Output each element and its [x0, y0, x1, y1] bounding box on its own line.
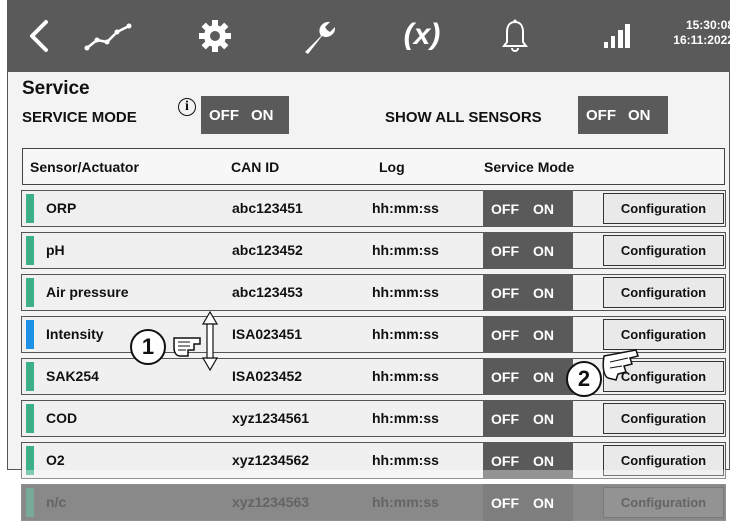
can-id: xyz1234562	[232, 452, 310, 468]
service-mode-toggle[interactable]: OFF ON	[483, 400, 573, 437]
table-row[interactable]: pH abc123452 hh:mm:ss OFF ON Configurati…	[21, 232, 726, 269]
column-header-log: Log	[379, 159, 405, 175]
trend-icon[interactable]	[79, 14, 139, 58]
can-id: ISA023452	[232, 368, 303, 384]
callout-2: 2	[566, 361, 602, 397]
status-indicator	[26, 362, 34, 391]
toggle-off-label[interactable]: OFF	[491, 453, 519, 469]
toggle-off-label[interactable]: OFF	[209, 107, 239, 124]
clock-time: 15:30:08	[685, 18, 733, 32]
can-id: abc123453	[232, 284, 303, 300]
status-indicator	[26, 278, 34, 307]
sensor-name: SAK254	[46, 368, 99, 384]
configuration-button[interactable]: Configuration	[603, 193, 724, 224]
configuration-button[interactable]: Configuration	[603, 487, 724, 518]
toggle-off-label[interactable]: OFF	[491, 495, 519, 511]
status-indicator	[26, 488, 34, 517]
toggle-off-label[interactable]: OFF	[491, 411, 519, 427]
gear-icon[interactable]	[193, 14, 237, 58]
service-mode-label: SERVICE MODE	[22, 109, 137, 126]
toggle-off-label[interactable]: OFF	[491, 243, 519, 259]
can-id: abc123451	[232, 200, 303, 216]
configuration-button[interactable]: Configuration	[603, 403, 724, 434]
wrench-icon[interactable]	[293, 14, 345, 58]
status-indicator	[26, 320, 34, 349]
toggle-on-label[interactable]: ON	[251, 107, 274, 124]
callout-1: 1	[130, 329, 166, 365]
service-mode-toggle[interactable]: OFF ON	[201, 96, 289, 134]
toggle-off-label[interactable]: OFF	[586, 107, 616, 124]
sensor-name: pH	[46, 242, 65, 258]
can-id: xyz1234561	[232, 410, 310, 426]
clock-date: 16:11:2022	[673, 33, 733, 47]
toggle-on-label[interactable]: ON	[533, 411, 554, 427]
configuration-button[interactable]: Configuration	[603, 445, 724, 476]
table-row[interactable]: n/c xyz1234563 hh:mm:ss OFF ON Configura…	[21, 484, 726, 521]
sensor-name: O2	[46, 452, 65, 468]
toggle-on-label[interactable]: ON	[628, 107, 651, 124]
configuration-button[interactable]: Configuration	[603, 235, 724, 266]
sensor-name: COD	[46, 410, 78, 426]
toggle-off-label[interactable]: OFF	[491, 201, 519, 217]
service-mode-toggle[interactable]: OFF ON	[483, 274, 573, 311]
service-mode-toggle[interactable]: OFF ON	[483, 442, 573, 479]
column-header-sensor: Sensor/Actuator	[30, 159, 139, 175]
bell-icon[interactable]	[497, 14, 533, 58]
log-time: hh:mm:ss	[372, 410, 439, 426]
log-time: hh:mm:ss	[372, 242, 439, 258]
table-header: Sensor/Actuator CAN ID Log Service Mode	[22, 148, 725, 185]
toggle-on-label[interactable]: ON	[533, 243, 554, 259]
toggle-off-label[interactable]: OFF	[491, 327, 519, 343]
signal-icon	[597, 14, 637, 58]
toggle-on-label[interactable]: ON	[533, 201, 554, 217]
service-mode-toggle[interactable]: OFF ON	[483, 358, 573, 395]
service-mode-toggle[interactable]: OFF ON	[483, 232, 573, 269]
column-header-service-mode: Service Mode	[484, 159, 575, 175]
column-header-can-id: CAN ID	[231, 159, 280, 175]
table-row[interactable]: ORP abc123451 hh:mm:ss OFF ON Configurat…	[21, 190, 726, 227]
toggle-on-label[interactable]: ON	[533, 453, 554, 469]
log-time: hh:mm:ss	[372, 494, 439, 510]
sensor-name: Intensity	[46, 326, 104, 342]
show-all-sensors-label: SHOW ALL SENSORS	[385, 109, 542, 126]
toggle-on-label[interactable]: ON	[533, 285, 554, 301]
sensor-name: ORP	[46, 200, 77, 216]
status-indicator	[26, 404, 34, 433]
show-all-sensors-toggle[interactable]: OFF ON	[578, 96, 668, 134]
sensor-name: Air pressure	[46, 284, 129, 300]
log-time: hh:mm:ss	[372, 368, 439, 384]
can-id: xyz1234563	[232, 494, 310, 510]
status-indicator	[26, 446, 34, 475]
status-indicator	[26, 194, 34, 223]
configuration-button[interactable]: Configuration	[603, 277, 724, 308]
variable-icon[interactable]: (x)	[392, 12, 452, 58]
can-id: abc123452	[232, 242, 303, 258]
table-row[interactable]: O2 xyz1234562 hh:mm:ss OFF ON Configurat…	[21, 442, 726, 479]
log-time: hh:mm:ss	[372, 284, 439, 300]
service-mode-toggle[interactable]: OFF ON	[483, 316, 573, 353]
table-row[interactable]: Air pressure abc123453 hh:mm:ss OFF ON C…	[21, 274, 726, 311]
toggle-on-label[interactable]: ON	[533, 495, 554, 511]
clock: 15:30:08 16:11:2022	[672, 18, 733, 48]
can-id: ISA023451	[232, 326, 303, 342]
toggle-off-label[interactable]: OFF	[491, 369, 519, 385]
table-row[interactable]: COD xyz1234561 hh:mm:ss OFF ON Configura…	[21, 400, 726, 437]
toggle-off-label[interactable]: OFF	[491, 285, 519, 301]
log-time: hh:mm:ss	[372, 452, 439, 468]
toggle-on-label[interactable]: ON	[533, 369, 554, 385]
drag-gesture-icon	[170, 310, 226, 377]
info-icon[interactable]: i	[178, 98, 196, 116]
status-indicator	[26, 236, 34, 265]
log-time: hh:mm:ss	[372, 326, 439, 342]
service-mode-toggle[interactable]: OFF ON	[483, 190, 573, 227]
top-bar: (x) 15:30:08 16:11:2022	[7, 0, 733, 72]
sensor-name: n/c	[46, 494, 67, 510]
log-time: hh:mm:ss	[372, 200, 439, 216]
service-mode-toggle[interactable]: OFF ON	[483, 484, 573, 521]
back-icon[interactable]	[19, 14, 59, 58]
tap-gesture-icon	[600, 338, 646, 389]
page-title: Service	[22, 78, 90, 99]
toggle-on-label[interactable]: ON	[533, 327, 554, 343]
